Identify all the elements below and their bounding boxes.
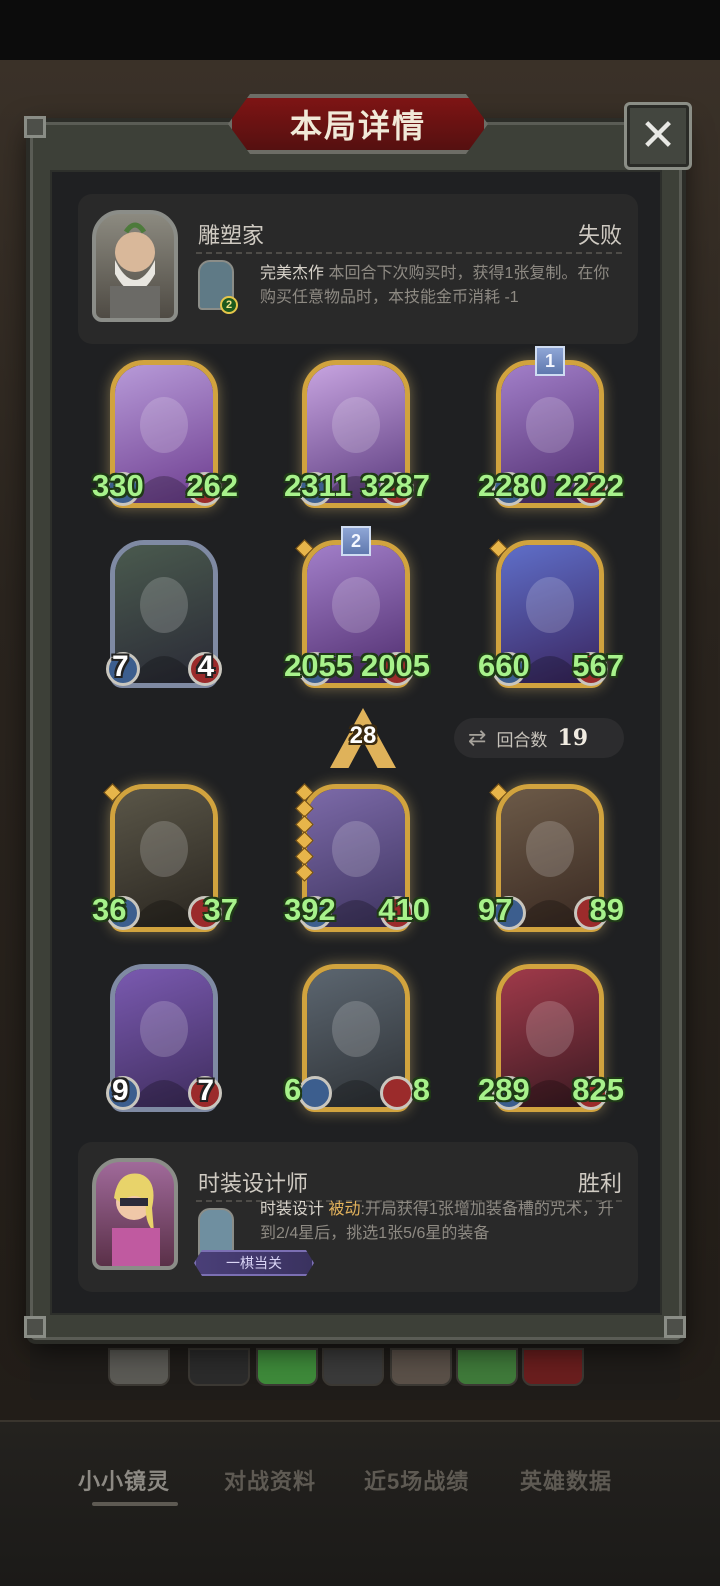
opponent-unit-card[interactable]: 2 2055 2005 bbox=[284, 526, 430, 696]
star-rank-icon bbox=[489, 783, 508, 802]
tab-little-mirror-spirit[interactable]: 小小镜灵 bbox=[78, 1464, 170, 1496]
divider bbox=[196, 252, 622, 254]
unit-attack-value: 660 bbox=[478, 648, 530, 683]
unit-health-value: 3287 bbox=[361, 468, 430, 503]
background-unit-thumb bbox=[390, 1348, 452, 1386]
close-icon: ✕ bbox=[639, 111, 677, 160]
attack-icon bbox=[298, 1076, 332, 1110]
unit-attack-value: 330 bbox=[92, 468, 144, 503]
unit-health-value: 567 bbox=[572, 648, 624, 683]
unit-health-value: 2222 bbox=[555, 468, 624, 503]
unit-tier-tag: 1 bbox=[535, 346, 565, 376]
opponent-info-card: 雕塑家 失败 2 完美杰作 本回合下次购买时，获得1张复制。在你购买任意物品时，… bbox=[78, 194, 638, 344]
opponent-skill-description: 完美杰作 本回合下次购买时，获得1张复制。在你购买任意物品时，本技能金币消耗 -… bbox=[260, 262, 622, 310]
unit-health-value: 7 bbox=[197, 1074, 214, 1107]
player-unit-card[interactable]: 289 825 bbox=[478, 960, 624, 1120]
unit-health-value: 825 bbox=[572, 1072, 624, 1107]
unit-attack-value: 9 bbox=[112, 1074, 129, 1107]
player-unit-card[interactable]: 392 410 bbox=[284, 780, 430, 940]
background-unit-thumb bbox=[322, 1348, 384, 1386]
round-label: 回合数 bbox=[496, 730, 548, 750]
tab-recent-5-matches[interactable]: 近5场战绩 bbox=[364, 1464, 469, 1496]
unit-health-value: 89 bbox=[589, 892, 624, 927]
opponent-result: 失败 bbox=[577, 223, 622, 248]
unit-attack-value: 2280 bbox=[478, 468, 547, 503]
player-result: 胜利 bbox=[577, 1171, 622, 1196]
player-unit-card[interactable]: 36 37 bbox=[92, 780, 238, 940]
active-tab-indicator bbox=[92, 1502, 178, 1506]
unit-health-value: 262 bbox=[186, 468, 238, 503]
refresh-icon: ⇄ bbox=[468, 725, 487, 750]
unit-attack-value: 2055 bbox=[284, 648, 353, 683]
health-icon bbox=[380, 1076, 414, 1110]
unit-attack-value: 97 bbox=[478, 892, 513, 927]
tab-battle-info[interactable]: 对战资料 bbox=[224, 1464, 316, 1496]
tab-hero-stats[interactable]: 英雄数据 bbox=[520, 1464, 612, 1496]
frame-corner-ornament bbox=[664, 1316, 686, 1338]
player-name: 时装设计师 bbox=[198, 1171, 309, 1196]
background-unit-thumb bbox=[256, 1348, 318, 1386]
unit-health-value: 4 bbox=[197, 650, 214, 683]
modal-title-plate: 本局详情 bbox=[228, 94, 488, 154]
round-counter: ⇄ 回合数 19 bbox=[454, 718, 624, 758]
tavern-level: 28 bbox=[349, 722, 377, 749]
unit-health-value: 37 bbox=[203, 892, 238, 927]
unit-attack-value: 2311 bbox=[284, 468, 352, 503]
player-skill-type: 被动 bbox=[328, 1201, 361, 1218]
frame-corner-ornament bbox=[24, 116, 46, 138]
opponent-name: 雕塑家 bbox=[198, 223, 265, 248]
unit-health-value: 8 bbox=[412, 1072, 430, 1107]
player-info-card: 时装设计师 胜利 时装设计 被动:开局获得1张增加装备槽的咒术，升到2/4星后，… bbox=[78, 1142, 638, 1292]
background-unit-thumb bbox=[456, 1348, 518, 1386]
opponent-unit-card[interactable]: 1 2280 2222 bbox=[478, 346, 624, 516]
player-avatar bbox=[92, 1158, 178, 1270]
unit-tier-tag: 2 bbox=[341, 526, 371, 556]
player-skill-description: 时装设计 被动:开局获得1张增加装备槽的咒术，升到2/4星后，挑选1张5/6星的… bbox=[260, 1198, 622, 1246]
unit-attack-value: 392 bbox=[284, 892, 336, 927]
opponent-unit-card[interactable]: 2311 3287 bbox=[284, 356, 430, 516]
player-title-badge: 一棋当关 bbox=[194, 1250, 314, 1276]
background-unit-thumb bbox=[108, 1348, 170, 1386]
unit-attack-value: 7 bbox=[112, 650, 129, 683]
unit-health-value: 410 bbox=[378, 892, 430, 927]
player-skill-name: 时装设计 bbox=[260, 1201, 325, 1218]
unit-attack-value: 6 bbox=[284, 1072, 302, 1107]
star-rank-icon bbox=[103, 783, 122, 802]
round-value: 19 bbox=[557, 725, 589, 751]
star-rank-icon bbox=[295, 783, 314, 882]
opponent-avatar bbox=[92, 210, 178, 322]
player-unit-card[interactable]: 68 bbox=[284, 960, 430, 1120]
player-unit-card[interactable]: 97 bbox=[104, 960, 224, 1120]
frame-corner-ornament bbox=[24, 1316, 46, 1338]
background-unit-thumb bbox=[522, 1348, 584, 1386]
bottom-tab-bar: 小小镜灵 对战资料 近5场战绩 英雄数据 bbox=[0, 1420, 720, 1586]
modal-title: 本局详情 bbox=[289, 108, 426, 144]
unit-health-value: 2005 bbox=[361, 648, 430, 683]
star-rank-icon bbox=[489, 539, 508, 558]
player-unit-card[interactable]: 97 89 bbox=[478, 780, 624, 940]
unit-attack-value: 36 bbox=[92, 892, 127, 927]
opponent-unit-card[interactable]: 330 262 bbox=[92, 356, 238, 516]
close-button[interactable]: ✕ bbox=[624, 102, 692, 170]
star-rank-icon bbox=[295, 539, 314, 558]
opponent-skill-icon[interactable]: 2 bbox=[198, 260, 238, 314]
opponent-skill-name: 完美杰作 bbox=[260, 265, 325, 282]
unit-attack-value: 289 bbox=[478, 1072, 530, 1107]
sculptor-portrait-icon bbox=[110, 222, 160, 318]
opponent-unit-card[interactable]: 74 bbox=[104, 536, 224, 696]
opponent-unit-card[interactable]: 660 567 bbox=[478, 536, 624, 696]
background-unit-thumb bbox=[188, 1348, 250, 1386]
fashion-designer-portrait-icon bbox=[112, 1173, 160, 1266]
skill-level-badge: 2 bbox=[220, 296, 238, 314]
